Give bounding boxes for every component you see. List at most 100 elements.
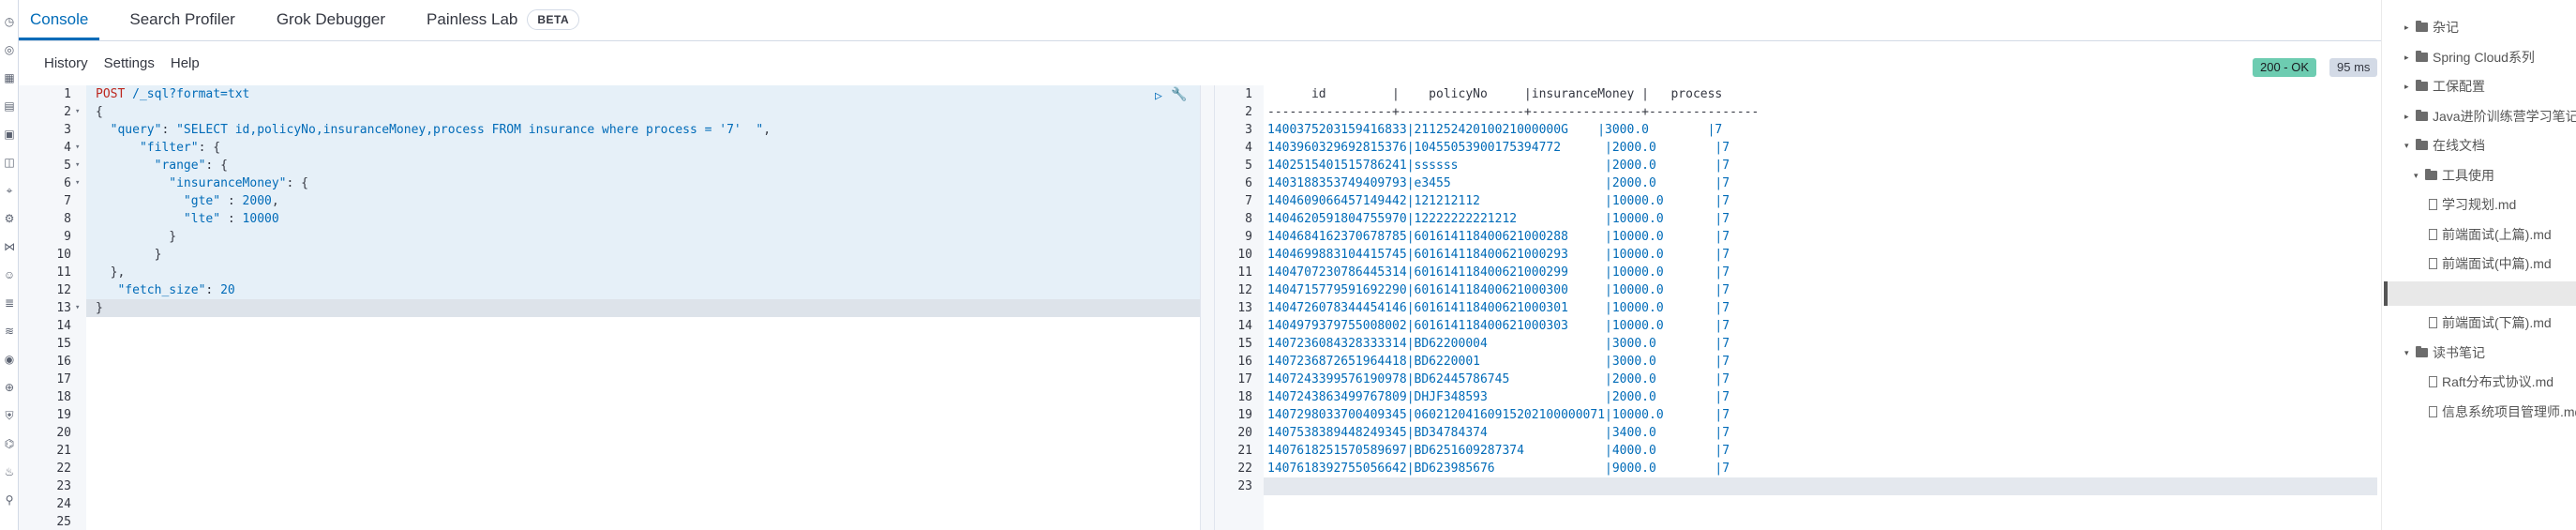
dev-tools-icon[interactable]: ⌬ bbox=[3, 437, 16, 450]
tab-painless-lab[interactable]: Painless Lab BETA bbox=[415, 0, 591, 40]
chevron-down-icon[interactable]: ▾ bbox=[2404, 135, 2414, 156]
management-icon[interactable]: ⚲ bbox=[3, 493, 16, 507]
response-viewer: 1 2 3 4 5 6 7 8 9 10 11 12 13 14 15 16 17 18 19 20 21 22 23 id… bbox=[1215, 85, 2377, 530]
fold-toggle-icon[interactable]: ▾ bbox=[75, 299, 80, 317]
line-number: 18 bbox=[1237, 390, 1252, 404]
graph-icon[interactable]: ⋈ bbox=[3, 240, 16, 253]
folder-icon bbox=[2425, 168, 2437, 180]
tree-file[interactable]: 前端面试(中篇).md bbox=[2427, 253, 2552, 274]
tab-search-profiler[interactable]: Search Profiler bbox=[118, 0, 246, 40]
tree-item-label: 学习规划.md bbox=[2442, 197, 2517, 212]
chevron-right-icon[interactable]: ▸ bbox=[2404, 17, 2414, 38]
tree-folder[interactable]: ▸ 杂记 bbox=[2404, 17, 2459, 38]
response-row: 1404726078344454146|60161411840062100030… bbox=[1267, 301, 1730, 315]
tree-item-label: 工具使用 bbox=[2442, 167, 2494, 183]
chevron-down-icon[interactable]: ▾ bbox=[2414, 165, 2423, 186]
response-row: 1407243863499767809|DHJF348593 |2000.0 |… bbox=[1267, 390, 1730, 404]
line-number: 15 bbox=[56, 337, 71, 351]
file-icon bbox=[2429, 258, 2437, 269]
line-number: 1 bbox=[1245, 87, 1252, 101]
chevron-right-icon[interactable]: ▸ bbox=[2404, 106, 2414, 127]
line-number: 21 bbox=[56, 444, 71, 458]
clock-icon[interactable]: ◷ bbox=[3, 15, 16, 28]
console-menu: History Settings Help bbox=[19, 41, 2381, 85]
tree-folder[interactable]: ▸ 工保配置 bbox=[2404, 76, 2485, 97]
line-number: 20 bbox=[1237, 426, 1252, 440]
siem-icon[interactable]: ⛨ bbox=[3, 409, 16, 422]
chevron-right-icon[interactable]: ▸ bbox=[2404, 76, 2414, 97]
pane-resizer[interactable] bbox=[1200, 85, 1215, 530]
fold-toggle-icon[interactable]: ▾ bbox=[75, 139, 80, 157]
request-code-line: "fetch_size": 20 bbox=[117, 283, 235, 297]
logs-icon[interactable]: ≣ bbox=[3, 296, 16, 310]
tree-file[interactable]: 前端面试(上篇).md bbox=[2427, 224, 2552, 245]
tree-folder[interactable]: ▾ 在线文档 bbox=[2404, 135, 2485, 156]
layers-icon[interactable]: ◫ bbox=[3, 156, 16, 169]
tree-file[interactable]: 信息系统项目管理师.md bbox=[2427, 401, 2576, 422]
map-icon[interactable]: ⌖ bbox=[3, 184, 16, 197]
apm-icon[interactable]: ◉ bbox=[3, 353, 16, 366]
line-number: 10 bbox=[56, 248, 71, 262]
line-number: 7 bbox=[1245, 194, 1252, 208]
file-icon bbox=[2429, 199, 2437, 210]
active-line-highlight bbox=[86, 299, 1200, 317]
tree-item-label: 前端面试(中篇).md bbox=[2442, 256, 2552, 271]
line-number: 5 bbox=[1245, 159, 1252, 173]
chart-icon[interactable]: ▤ bbox=[3, 99, 16, 113]
fold-toggle-icon[interactable]: ▾ bbox=[75, 157, 80, 174]
tree-item-label: 前端面试(下篇).md bbox=[2442, 315, 2552, 330]
stack-monitoring-icon[interactable]: ♨ bbox=[3, 465, 16, 478]
request-code-line: "query": "SELECT id,policyNo,insuranceMo… bbox=[110, 123, 771, 137]
tree-selected-highlight bbox=[2384, 281, 2576, 306]
tree-file[interactable]: 前端面试(下篇).md bbox=[2427, 312, 2552, 333]
response-row: 1404620591804755970|12222222221212 |1000… bbox=[1267, 212, 1730, 226]
tab-console[interactable]: Console bbox=[19, 0, 100, 40]
wrench-icon[interactable]: 🔧 bbox=[1171, 87, 1187, 102]
request-code-line: } bbox=[96, 230, 177, 244]
send-request-icon[interactable]: ▷ bbox=[1155, 89, 1162, 103]
help-link[interactable]: Help bbox=[171, 55, 200, 71]
tree-folder[interactable]: ▾ 读书笔记 bbox=[2404, 342, 2485, 363]
response-row: 1402515401515786241|ssssss |2000.0 |7 bbox=[1267, 159, 1730, 173]
tree-folder[interactable]: ▸ Java进阶训练营学习笔记 bbox=[2404, 106, 2576, 127]
line-number: 18 bbox=[56, 390, 71, 404]
line-number: 11 bbox=[1237, 265, 1252, 280]
response-row: 1404707230786445314|60161411840062100029… bbox=[1267, 265, 1730, 280]
history-link[interactable]: History bbox=[44, 55, 88, 71]
user-icon[interactable]: ☺ bbox=[3, 268, 16, 281]
line-number: 23 bbox=[56, 479, 71, 493]
tree-file[interactable]: Raft分布式协议.md bbox=[2427, 371, 2554, 392]
tree-file[interactable]: 学习规划.md bbox=[2427, 194, 2516, 215]
folder-icon bbox=[2416, 80, 2428, 91]
request-url: /_sql?format=txt bbox=[125, 87, 250, 101]
request-code-line: } bbox=[96, 248, 162, 262]
settings-link[interactable]: Settings bbox=[104, 55, 155, 71]
request-code-line: "filter": { bbox=[139, 141, 221, 155]
response-header-row: id | policyNo |insuranceMoney | process bbox=[1267, 87, 1723, 101]
tab-grok-debugger[interactable]: Grok Debugger bbox=[265, 0, 397, 40]
request-code-line: }, bbox=[96, 265, 126, 280]
fold-toggle-icon[interactable]: ▾ bbox=[75, 103, 80, 121]
tree-item-label: 前端面试(上篇).md bbox=[2442, 226, 2552, 242]
line-number: 3 bbox=[64, 123, 71, 137]
fold-toggle-icon[interactable]: ▾ bbox=[75, 174, 80, 192]
dashboard-icon[interactable]: ▦ bbox=[3, 71, 16, 84]
metrics-icon[interactable]: ≋ bbox=[3, 325, 16, 338]
response-row: 1403960329692815376|10455053900175394772… bbox=[1267, 141, 1730, 155]
uptime-icon[interactable]: ⊕ bbox=[3, 381, 16, 394]
tree-folder[interactable]: ▾ 工具使用 bbox=[2414, 165, 2494, 186]
request-editor[interactable]: 1 2 ▾ 3 4 ▾ 5 ▾ 6 ▾ 7 8 9 10 11 12 13 ▾ 14 15 16 17 18 19 20 21 22… bbox=[19, 85, 1200, 530]
tree-folder[interactable]: ▸ Spring Cloud系列 bbox=[2404, 47, 2535, 68]
line-number: 5 bbox=[64, 159, 71, 173]
tree-item-label: 工保配置 bbox=[2433, 79, 2485, 94]
request-code-line: } bbox=[96, 301, 103, 315]
response-row: 1404715779591692290|60161411840062100030… bbox=[1267, 283, 1730, 297]
line-number: 9 bbox=[64, 230, 71, 244]
ml-icon[interactable]: ⚙ bbox=[3, 212, 16, 225]
chevron-right-icon[interactable]: ▸ bbox=[2404, 47, 2414, 68]
line-number: 14 bbox=[56, 319, 71, 333]
chevron-down-icon[interactable]: ▾ bbox=[2404, 342, 2414, 363]
compass-icon[interactable]: ◎ bbox=[3, 43, 16, 56]
request-code-line: "range": { bbox=[154, 159, 228, 173]
grid-icon[interactable]: ▣ bbox=[3, 128, 16, 141]
